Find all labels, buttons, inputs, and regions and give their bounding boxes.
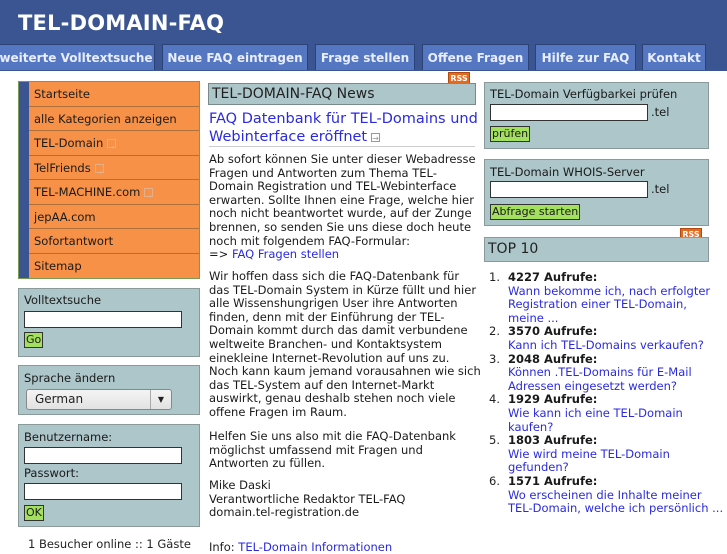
tel-suffix: .tel [651,105,670,119]
nav-item-label: Startseite [34,87,90,101]
question-link[interactable]: Können .TEL-Domains für E-Mail Adressen … [508,365,724,393]
search-go-button[interactable]: Go [24,332,44,348]
signature-domain: domain.tel-registration.de [209,505,360,520]
news-divider [209,146,475,147]
top10-item: 6. 1571 Aufrufe: Wo erscheinen die Inhalte… [489,473,724,516]
nav-item-label: TEL-Domain [34,136,104,150]
question-link[interactable]: Wie wird meine TEL-Domain gefunden? [508,447,724,475]
item-number: 4. [489,392,500,407]
nav-item-label: Sitemap [34,258,82,273]
top10-item: 1. 4227 Aufrufe: Wann bekomme ich, nach er… [489,270,724,326]
news-signature: Mike Daski Verantwortliche Redaktor TEL-… [209,478,481,520]
fulltext-search-box: Volltextsuche Go [18,288,200,357]
news-paragraph-3: Helfen Sie uns also mit die FAQ-Datenban… [209,429,456,471]
question-link[interactable]: Wann bekomme ich, nach erfolgter Registr… [508,284,724,326]
news-paragraph-1-text: Ab sofort können Sie unter dieser Webadr… [209,152,476,248]
check-availability-button[interactable]: prüfen [490,126,531,142]
top10-item: 5. 1803 Aufrufe: Wie wird meine TEL-Domain… [489,433,724,475]
password-label: Passwort: [24,466,80,480]
nav-item-telfriends[interactable]: TelFriends [29,155,199,185]
top10-item: 4. 1929 Aufrufe: Wie kann ich eine TEL-Dom… [489,393,724,434]
nav-item-jepaa[interactable]: jepAA.com [29,204,199,229]
whois-box: TEL-Domain WHOIS-Server .tel Abfrage sta… [484,159,709,226]
nav-item-label: Sofortantwort [34,234,114,248]
availability-label: TEL-Domain Verfügbarkei prüfen [490,87,678,101]
availability-box: TEL-Domain Verfügbarkei prüfen .tel prüf… [484,82,709,149]
nav-item-label: alle Kategorien anzeigen [34,111,177,126]
top10-item: 3. 2048 Aufrufe: Können .TEL-Domains für E… [489,351,724,394]
tab-contact[interactable]: Kontakt [642,44,706,70]
question-link[interactable]: Kann ich TEL-Domains verkaufen? [508,338,724,353]
nav-item-label: jepAA.com [34,209,96,224]
signature-role: Verantwortliche Redaktor TEL-FAQ [209,491,406,506]
view-count: 3570 Aufrufe: [508,324,598,339]
tab-ask-question[interactable]: Frage stellen [315,44,415,70]
footer-info: Info: TEL-Domain Informationen [209,540,392,554]
language-select[interactable]: German ▼ [26,389,172,410]
view-count: 4227 Aufrufe: [508,270,598,284]
domain-availability-input[interactable] [490,104,648,121]
faq-ask-link[interactable]: FAQ Fragen stellen [232,247,339,261]
whois-start-button[interactable]: Abfrage starten [490,204,581,220]
news-paragraph-1: Ab sofort können Sie unter dieser Webadr… [209,152,481,262]
category-nav: Startseite alle Kategorien anzeigen TEL-… [18,81,200,279]
nav-item-label: TelFriends [34,160,91,175]
chevron-down-icon: ▼ [150,390,171,409]
password-input[interactable] [24,483,182,500]
language-label: Sprache ändern [24,371,116,385]
tel-suffix: .tel [651,182,670,196]
news-paragraph-2: Wir hoffen dass sich die FAQ-Datenbank f… [209,269,481,419]
news-heading: TEL-DOMAIN-FAQ News [208,83,476,105]
question-link[interactable]: Wo erscheinen die Inhalte meiner TEL-Dom… [508,488,724,516]
tab-new-faq[interactable]: Neue FAQ eintragen [162,44,308,70]
search-input[interactable] [24,311,182,328]
item-number: 3. [489,351,500,366]
tab-help[interactable]: Hilfe zur FAQ [535,44,636,70]
nav-item-sitemap[interactable]: Sitemap [29,253,199,278]
view-count: 1929 Aufrufe: [508,392,598,407]
tab-extended-search[interactable]: weiterte Volltextsuche [0,44,155,70]
tab-open-questions[interactable]: Offene Fragen [422,44,529,70]
username-input[interactable] [24,447,182,464]
site-title: TEL-DOMAIN-FAQ [18,11,225,35]
view-count: 2048 Aufrufe: [508,351,598,366]
online-visitors-text: 1 Besucher online :: 1 Gäste [28,537,191,551]
language-selected: German [35,392,84,406]
top10-list: 1. 4227 Aufrufe: Wann bekomme ich, nach er… [489,270,724,516]
view-count: 1571 Aufrufe: [508,473,598,488]
item-number: 2. [489,324,500,339]
username-label: Benutzername: [24,430,113,444]
nav-item-sofortantwort[interactable]: Sofortantwort [29,229,199,254]
footer-info-link[interactable]: TEL-Domain Informationen [238,540,392,554]
nav-item-all-categories[interactable]: alle Kategorien anzeigen [29,106,199,131]
login-ok-button[interactable]: OK [24,505,44,521]
expand-arrow-icon[interactable] [107,136,117,160]
top10-heading: TOP 10 [484,237,709,262]
signature-name: Mike Daski [209,478,271,492]
item-number: 6. [489,473,500,488]
item-number: 1. [489,270,500,284]
whois-input[interactable] [490,181,648,198]
site-header: TEL-DOMAIN-FAQ weiterte Volltextsuche Ne… [0,0,727,71]
view-count: 1803 Aufrufe: [508,433,598,448]
language-box: Sprache ändern German ▼ [18,365,200,415]
search-label: Volltextsuche [24,293,102,307]
nav-item-tel-machine[interactable]: TEL-MACHINE.com [29,180,199,209]
nav-item-startseite[interactable]: Startseite [29,82,199,107]
top10-item: 2. 3570 Aufrufe: Kann ich TEL-Domains verk… [489,325,724,352]
article-arrow-icon[interactable] [371,130,381,148]
nav-item-label: TEL-MACHINE.com [34,185,141,199]
nav-item-tel-domain[interactable]: TEL-Domain [29,131,199,160]
news-article-title[interactable]: FAQ Datenbank für TEL-Domains und Webint… [209,110,481,148]
link-prefix: => [209,247,232,262]
login-box: Benutzername: Passwort: OK [18,424,200,527]
footer-info-prefix: Info: [209,540,239,554]
item-number: 5. [489,433,500,448]
expand-arrow-icon[interactable] [144,185,154,209]
question-link[interactable]: Wie kann ich eine TEL-Domain kaufen? [508,406,724,434]
whois-label: TEL-Domain WHOIS-Server [490,165,645,179]
news-title-link[interactable]: FAQ Datenbank für TEL-Domains und Webint… [209,111,478,145]
expand-arrow-icon[interactable] [94,161,104,185]
